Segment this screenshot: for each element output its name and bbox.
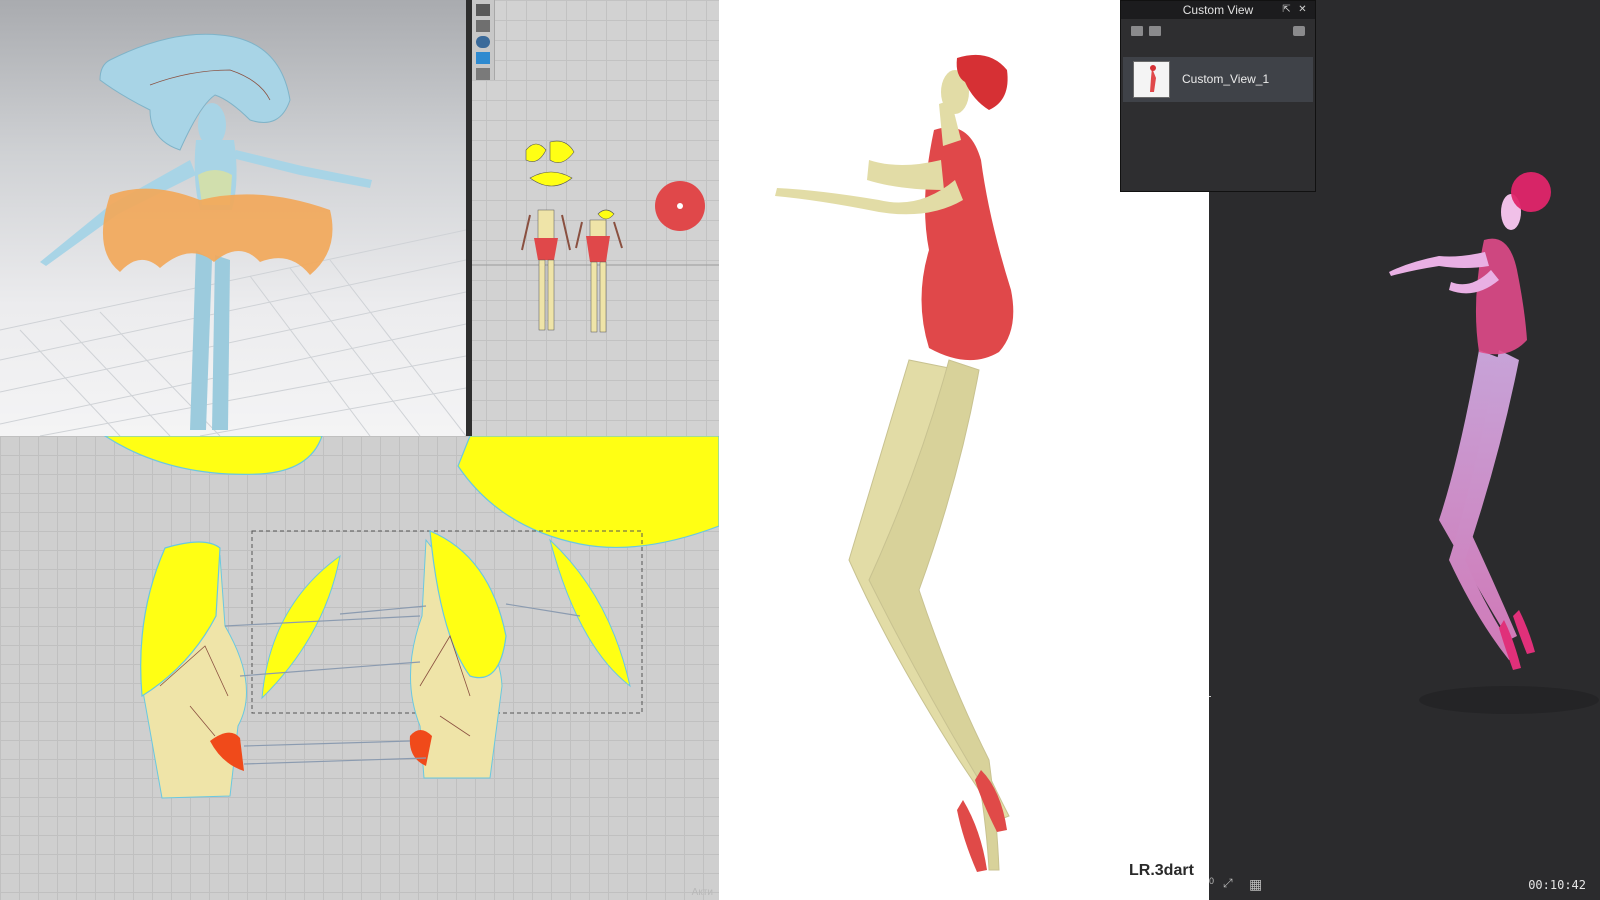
avatar-arm-right	[232, 150, 372, 188]
floor-shadow	[1419, 686, 1599, 714]
avatar-head	[198, 103, 226, 147]
avatar-arm-upper	[867, 160, 944, 190]
avatar-front-silhouette	[521, 209, 571, 331]
pattern-overview-canvas	[466, 140, 719, 333]
pattern-piece[interactable]	[597, 209, 615, 220]
avatar-back-silhouette	[575, 219, 623, 333]
close-icon[interactable]: ✕	[1296, 3, 1309, 16]
pattern-piece[interactable]	[103, 436, 323, 475]
floor-grid	[0, 229, 466, 436]
list-item-custom-view[interactable]: Custom_View_1	[1123, 57, 1313, 102]
playback-timer: 00:10:42	[1528, 878, 1586, 892]
2d-pattern-overview[interactable]	[466, 0, 719, 436]
avatar-hair	[99, 33, 291, 151]
2d-pattern-editor[interactable]: Акти	[0, 436, 719, 900]
pattern-piece[interactable]	[529, 171, 573, 187]
avatar-hair	[1511, 172, 1551, 212]
select-tool-icon[interactable]	[476, 20, 490, 32]
circle-pattern-hole	[677, 203, 683, 209]
custom-view-title: Custom View	[1182, 3, 1254, 17]
sewing-lines	[224, 603, 581, 765]
avatar-arm	[1389, 252, 1489, 276]
faint-status-text: Акти	[691, 887, 713, 898]
pattern-piece[interactable]	[261, 554, 341, 700]
zoom-fit-icon[interactable]: ⤢	[1223, 876, 1243, 894]
axis-corner-icon	[1209, 686, 1211, 697]
avatar-leg-right	[212, 255, 230, 430]
pattern-piece[interactable]	[525, 143, 547, 162]
shoe-right	[1513, 610, 1535, 654]
3d-scene	[0, 33, 466, 436]
custom-view-toolbar	[1121, 19, 1315, 41]
zoom-tool-icon[interactable]	[476, 36, 490, 48]
pencil-tool-icon[interactable]	[476, 4, 490, 16]
pattern-editor-canvas	[103, 436, 719, 799]
grid-icon[interactable]: ▦	[1249, 876, 1269, 894]
pattern-piece[interactable]	[549, 140, 575, 163]
avatar-leg-left	[190, 250, 212, 430]
pin-icon[interactable]: ⇱	[1280, 3, 1293, 16]
transform-tool-icon[interactable]	[476, 52, 490, 64]
folder-open-icon[interactable]	[1131, 26, 1143, 36]
2d-toolbar	[472, 0, 495, 80]
view-thumbnail	[1133, 61, 1170, 98]
sewing-tool-icon[interactable]	[476, 68, 490, 80]
shoe-right	[957, 800, 987, 872]
zoom-100-button[interactable]: 100	[1209, 876, 1219, 894]
save-icon[interactable]	[1149, 26, 1161, 36]
watermark: LR.3dart	[1129, 862, 1194, 879]
3d-garment-viewport[interactable]	[0, 0, 466, 436]
custom-view-title-bar[interactable]: Custom View ⇱ ✕	[1121, 1, 1315, 19]
list-item-label: Custom_View_1	[1182, 72, 1270, 86]
custom-view-panel: Custom View ⇱ ✕ Custom_View_1	[1120, 0, 1316, 192]
camera-icon[interactable]	[1293, 26, 1305, 36]
